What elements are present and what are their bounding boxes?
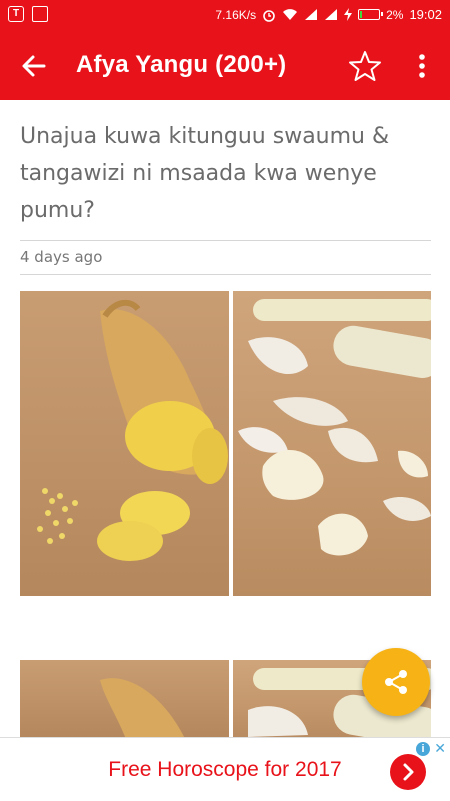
clock: 19:02 [409,7,442,22]
ad-cta-button[interactable] [390,754,426,790]
battery-percent: 2% [386,7,404,22]
ginger-photo [20,660,229,737]
network-speed: 7.16K/s [215,7,257,22]
app-notification-icon: T [8,6,24,22]
arrow-left-icon[interactable] [18,50,50,82]
chevron-right-icon [403,763,414,781]
page-title: Afya Yangu (200+) [76,51,287,78]
app-bar: Afya Yangu (200+) [0,30,450,100]
article-headline: Unajua kuwa kitunguu swaumu & tangawizi … [20,124,390,223]
article-date: 4 days ago [20,248,103,266]
star-outline-icon[interactable] [348,49,382,83]
close-icon[interactable]: ✕ [434,740,446,757]
divider [20,274,431,275]
charging-icon [344,8,353,21]
divider [20,240,431,241]
share-icon [385,670,407,694]
garlic-photo [233,291,431,596]
signal-icon [325,9,338,20]
battery-icon [358,9,384,20]
wifi-icon [283,9,298,20]
alarm-icon [263,9,275,22]
status-bar: T 7.16K/s 2% 19:02 [0,0,450,30]
ad-text[interactable]: Free Horoscope for 2017 [0,758,450,782]
ginger-photo [20,291,229,596]
share-button[interactable] [362,648,430,716]
image-notification-icon [32,6,48,22]
signal-icon [305,9,318,20]
more-vert-icon[interactable] [408,50,436,82]
ad-banner[interactable]: i ✕ Free Horoscope for 2017 [0,737,450,801]
